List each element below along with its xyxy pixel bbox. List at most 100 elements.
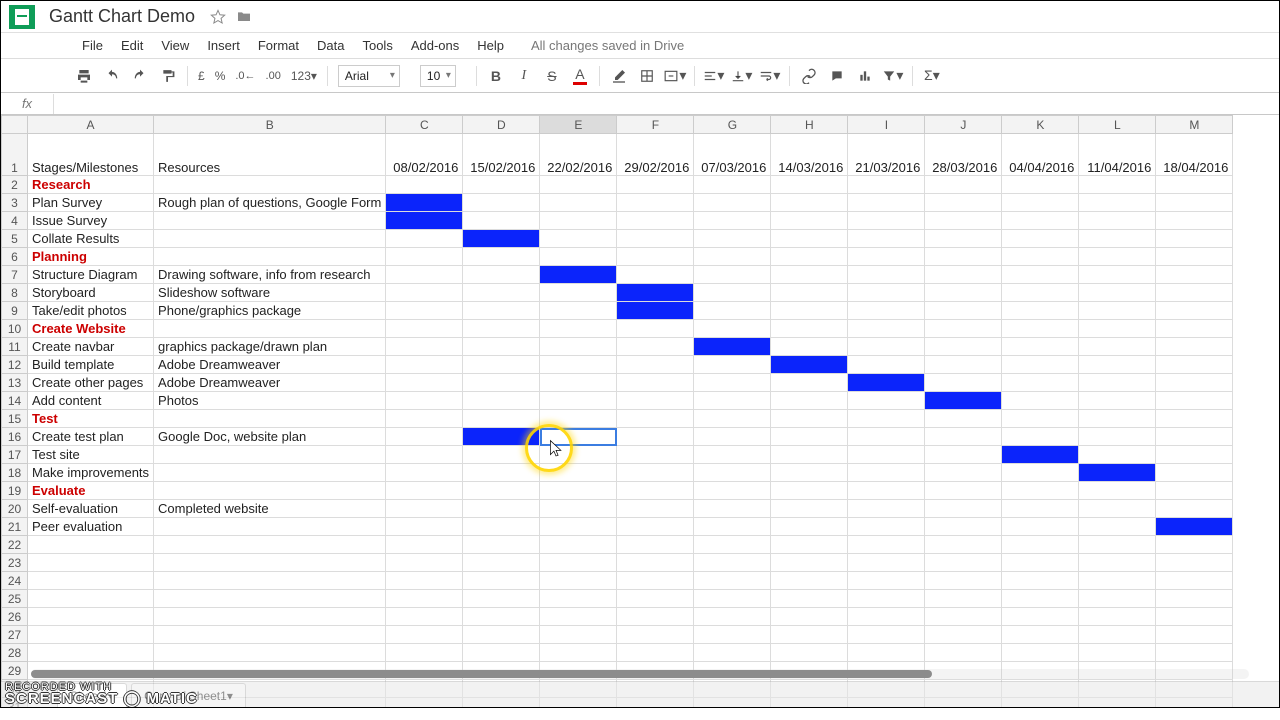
cell[interactable] — [771, 176, 848, 194]
cell[interactable] — [694, 320, 771, 338]
cell[interactable] — [848, 266, 925, 284]
cell[interactable] — [694, 536, 771, 554]
cell[interactable] — [540, 464, 617, 482]
cell[interactable] — [463, 626, 540, 644]
cell[interactable] — [540, 572, 617, 590]
cell[interactable] — [617, 284, 694, 302]
cell[interactable] — [694, 248, 771, 266]
cell[interactable] — [1156, 302, 1233, 320]
cell[interactable] — [154, 518, 386, 536]
cell[interactable] — [463, 608, 540, 626]
cell[interactable] — [771, 590, 848, 608]
paint-format-icon[interactable] — [155, 64, 181, 88]
row-header[interactable]: 3 — [2, 194, 28, 212]
cell[interactable] — [694, 266, 771, 284]
cell[interactable] — [925, 410, 1002, 428]
cell[interactable] — [848, 590, 925, 608]
row-header[interactable]: 25 — [2, 590, 28, 608]
cell[interactable] — [771, 320, 848, 338]
row-header[interactable]: 17 — [2, 446, 28, 464]
cell[interactable] — [694, 554, 771, 572]
cell[interactable] — [1002, 338, 1079, 356]
cell[interactable]: 07/03/2016 — [694, 134, 771, 176]
cell[interactable] — [617, 356, 694, 374]
cell[interactable] — [386, 248, 463, 266]
cell[interactable] — [540, 266, 617, 284]
cell[interactable] — [386, 212, 463, 230]
cell[interactable] — [1002, 374, 1079, 392]
cell[interactable] — [617, 482, 694, 500]
cell[interactable] — [463, 500, 540, 518]
cell[interactable]: Take/edit photos — [28, 302, 154, 320]
cell[interactable]: Resources — [154, 134, 386, 176]
vertical-align-button[interactable]: ▾ — [729, 64, 755, 88]
more-formats-button[interactable]: 123▾ — [287, 69, 321, 83]
cell[interactable] — [154, 446, 386, 464]
cell[interactable] — [540, 230, 617, 248]
cell[interactable] — [617, 644, 694, 662]
cell[interactable] — [386, 590, 463, 608]
menu-edit[interactable]: Edit — [112, 33, 152, 59]
fill-color-button[interactable] — [606, 64, 632, 88]
cell[interactable] — [925, 446, 1002, 464]
cell[interactable] — [771, 482, 848, 500]
column-header-J[interactable]: J — [925, 116, 1002, 134]
cell[interactable] — [1002, 626, 1079, 644]
percent-button[interactable]: % — [211, 69, 230, 83]
cell[interactable]: Planning — [28, 248, 154, 266]
cell[interactable] — [1079, 320, 1156, 338]
cell[interactable] — [1002, 194, 1079, 212]
cell[interactable] — [1156, 482, 1233, 500]
cell[interactable] — [771, 194, 848, 212]
cell[interactable] — [1156, 248, 1233, 266]
cell[interactable] — [1002, 482, 1079, 500]
cell[interactable] — [771, 500, 848, 518]
menu-data[interactable]: Data — [308, 33, 353, 59]
cell[interactable] — [1079, 590, 1156, 608]
cell[interactable]: 11/04/2016 — [1079, 134, 1156, 176]
row-header[interactable]: 20 — [2, 500, 28, 518]
row-header[interactable]: 21 — [2, 518, 28, 536]
cell[interactable]: 22/02/2016 — [540, 134, 617, 176]
cell[interactable]: Plan Survey — [28, 194, 154, 212]
cell[interactable] — [771, 608, 848, 626]
cell[interactable] — [925, 626, 1002, 644]
cell[interactable] — [694, 482, 771, 500]
cell[interactable] — [848, 536, 925, 554]
cell[interactable] — [848, 176, 925, 194]
cell[interactable] — [848, 302, 925, 320]
cell[interactable]: Rough plan of questions, Google Form — [154, 194, 386, 212]
cell[interactable] — [925, 500, 1002, 518]
cell[interactable] — [1156, 392, 1233, 410]
menu-format[interactable]: Format — [249, 33, 308, 59]
cell[interactable] — [771, 284, 848, 302]
cell[interactable] — [1156, 356, 1233, 374]
cell[interactable]: Add content — [28, 392, 154, 410]
cell[interactable] — [1156, 410, 1233, 428]
cell[interactable] — [771, 302, 848, 320]
cell[interactable] — [617, 428, 694, 446]
cell[interactable] — [694, 590, 771, 608]
cell[interactable] — [925, 464, 1002, 482]
cell[interactable] — [694, 518, 771, 536]
cell[interactable] — [1079, 464, 1156, 482]
cell[interactable] — [1156, 500, 1233, 518]
cell[interactable] — [771, 572, 848, 590]
cell[interactable] — [463, 212, 540, 230]
cell[interactable] — [848, 338, 925, 356]
cell[interactable] — [1002, 500, 1079, 518]
strike-button[interactable]: S — [539, 64, 565, 88]
cell[interactable] — [771, 374, 848, 392]
cell[interactable]: Completed website — [154, 500, 386, 518]
cell[interactable] — [1079, 212, 1156, 230]
cell[interactable] — [386, 464, 463, 482]
cell[interactable] — [463, 176, 540, 194]
cell[interactable] — [848, 572, 925, 590]
row-header[interactable]: 5 — [2, 230, 28, 248]
spreadsheet-grid[interactable]: ABCDEFGHIJKLM1Stages/MilestonesResources… — [1, 115, 1279, 707]
column-header-E[interactable]: E — [540, 116, 617, 134]
horizontal-scrollbar[interactable] — [31, 669, 1249, 679]
text-wrap-button[interactable]: ▾ — [757, 64, 783, 88]
cell[interactable]: graphics package/drawn plan — [154, 338, 386, 356]
cell[interactable] — [154, 536, 386, 554]
